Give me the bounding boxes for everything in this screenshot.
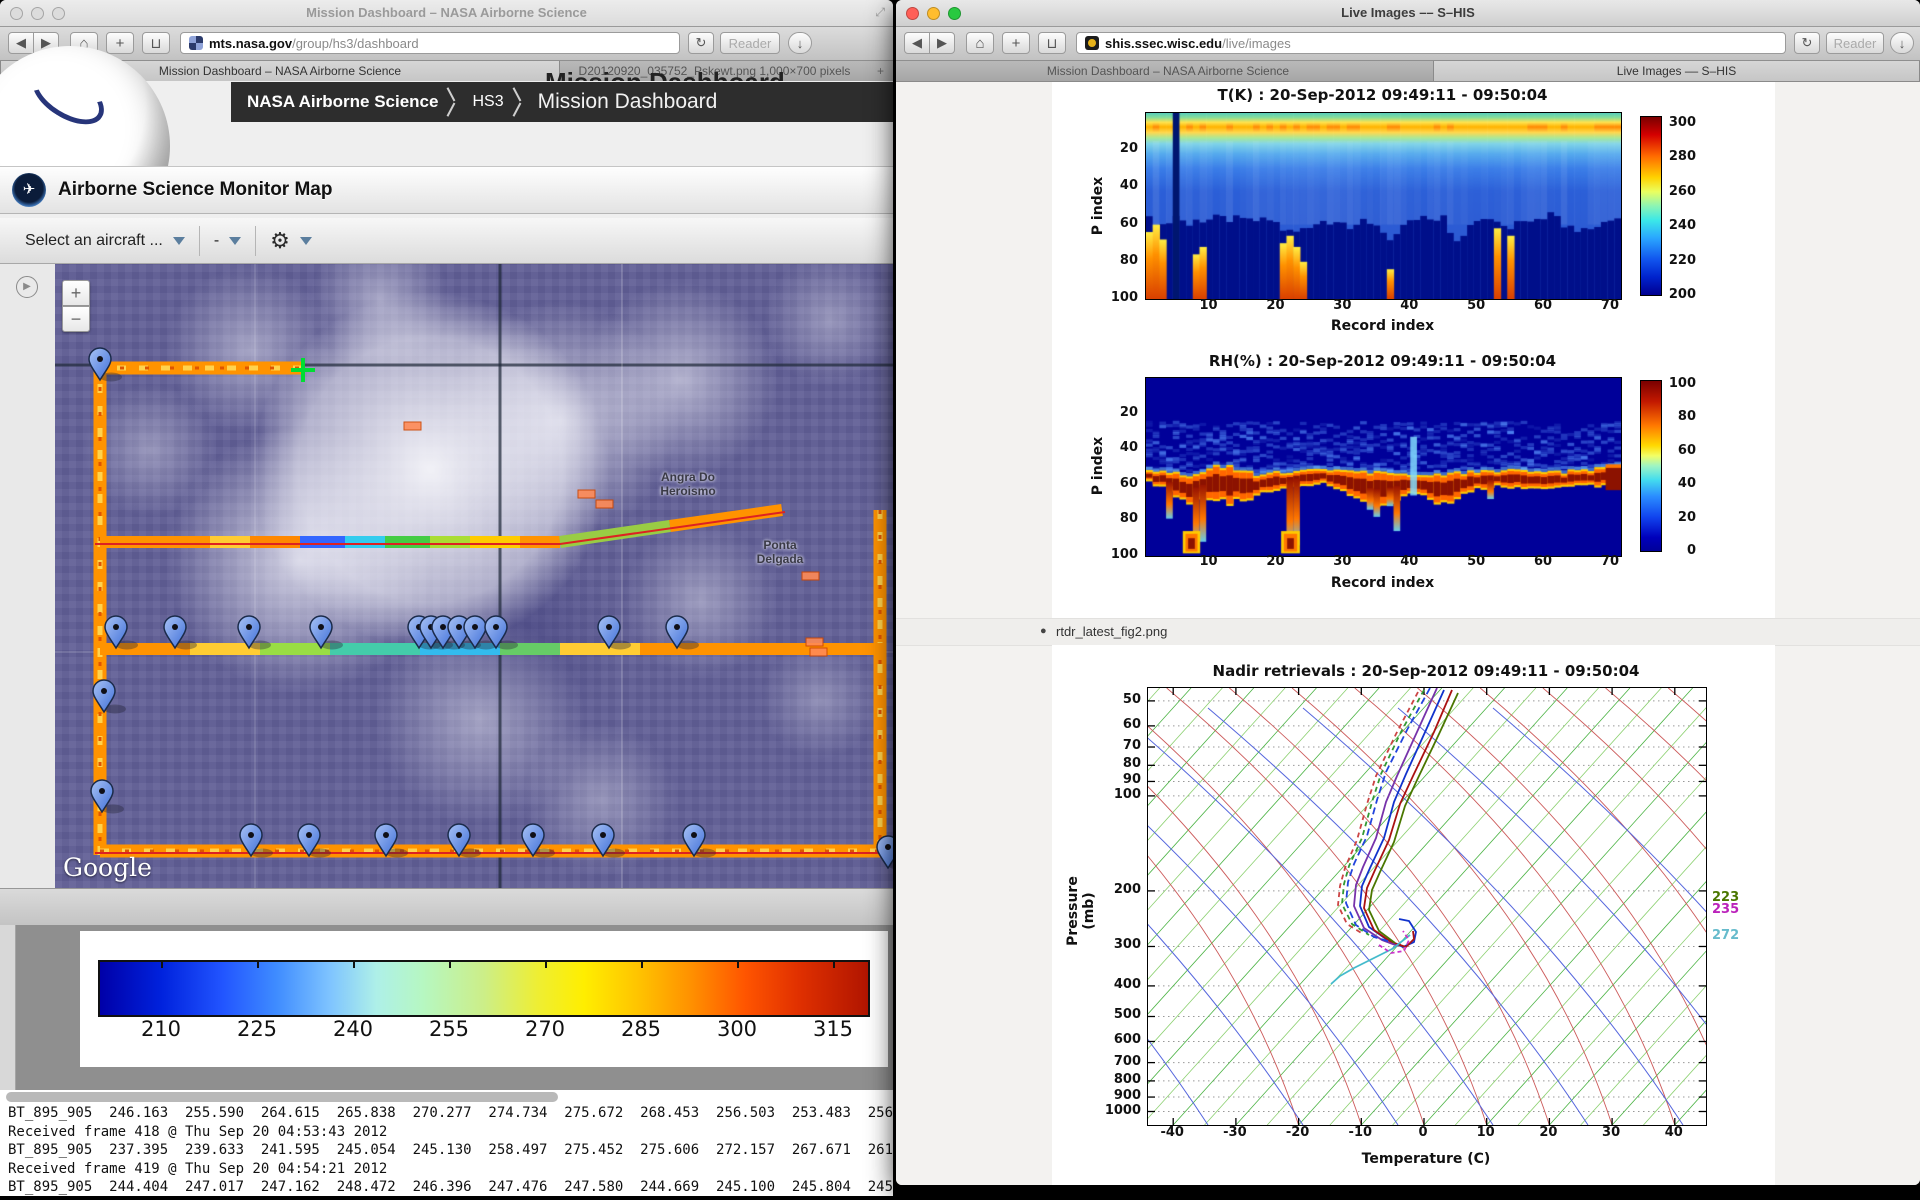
left-browser-window: Mission Dashboard – NASA Airborne Scienc… bbox=[0, 0, 893, 925]
chevron-down-icon[interactable] bbox=[299, 236, 312, 245]
skewt-xlabel: Temperature (C) bbox=[1361, 1151, 1491, 1167]
reader-button[interactable]: Reader bbox=[1826, 32, 1884, 54]
rh-plot-title: RH(%) : 20-Sep-2012 09:49:11 - 09:50:04 bbox=[1208, 352, 1557, 370]
chevron-right-icon bbox=[448, 88, 462, 116]
breadcrumb-root[interactable]: NASA Airborne Science bbox=[247, 92, 438, 112]
tk-heatmap bbox=[1145, 112, 1622, 300]
new-tab-button[interactable]: + bbox=[1002, 32, 1030, 54]
downloads-button[interactable]: ↓ bbox=[1890, 32, 1914, 54]
section-title: Airborne Science Monitor Map bbox=[58, 179, 333, 200]
terminal-window[interactable]: BT_895_905 246.163 255.590 264.615 265.8… bbox=[0, 1090, 893, 1196]
url-host: shis.ssec.wisc.edu bbox=[1105, 35, 1223, 51]
map-zoom-in-button[interactable]: + bbox=[62, 280, 90, 306]
colorbar-panel: 210 225 240 255 270 285 300 315 bbox=[80, 931, 888, 1067]
left-window-title: Mission Dashboard – NASA Airborne Scienc… bbox=[306, 5, 587, 20]
right-url-bar: ◀ ▶ ⌂ + ⊔ shis.ssec.wisc.edu/live/images… bbox=[896, 27, 1920, 61]
chevron-right-icon bbox=[514, 88, 528, 116]
map-toolbar: Select an aircraft ... - ⚙ bbox=[0, 218, 893, 264]
site-favicon bbox=[189, 36, 203, 50]
map-label-ponta: Ponta Delgada bbox=[756, 538, 804, 566]
terminal-edge-strip bbox=[0, 925, 16, 1090]
brightness-temp-colorbar bbox=[98, 960, 870, 1017]
gear-icon[interactable]: ⚙ bbox=[270, 228, 290, 254]
reload-button[interactable]: ↻ bbox=[688, 32, 714, 54]
google-map[interactable]: + − Angra Do Heroismo Ponta Delgada Goog… bbox=[55, 264, 893, 888]
tk-xlabel: Record index bbox=[1330, 318, 1435, 334]
map-zoom-out-button[interactable]: − bbox=[62, 306, 90, 332]
nasa-globe-logo bbox=[0, 46, 180, 166]
terminal-lines: BT_895_905 246.163 255.590 264.615 265.8… bbox=[8, 1104, 893, 1196]
reload-button[interactable]: ↻ bbox=[1794, 32, 1820, 54]
address-field[interactable]: shis.ssec.wisc.edu/live/images bbox=[1076, 32, 1786, 54]
chevron-down-icon[interactable] bbox=[172, 236, 185, 245]
tab-mission-dashboard[interactable]: Mission Dashboard – NASA Airborne Scienc… bbox=[904, 61, 1432, 81]
bullet-icon: ● bbox=[1040, 625, 1047, 637]
tab-live-images[interactable]: Live Images –– S–HIS bbox=[1433, 61, 1920, 81]
tk-colorbar bbox=[1640, 116, 1662, 296]
back-button[interactable]: ◀ bbox=[904, 32, 930, 54]
site-favicon bbox=[1085, 36, 1099, 50]
section-header: ✈ Airborne Science Monitor Map bbox=[0, 166, 893, 214]
tk-plot-title: T(K) : 20-Sep-2012 09:49:11 - 09:50:04 bbox=[1217, 86, 1548, 104]
select-aircraft-dropdown[interactable]: Select an aircraft ... bbox=[25, 232, 163, 250]
breadcrumb-current: Mission Dashboard bbox=[537, 90, 718, 113]
share-button[interactable]: ⊔ bbox=[1038, 32, 1066, 54]
toolbar-divider bbox=[255, 225, 257, 256]
rh-heatmap bbox=[1145, 377, 1622, 557]
file-link[interactable]: rtdr_latest_fig2.png bbox=[1056, 624, 1167, 639]
url-host: mts.nasa.gov bbox=[209, 35, 293, 51]
flight-track-layer bbox=[55, 264, 893, 888]
skewt-plot bbox=[1147, 687, 1707, 1126]
rh-colorbar bbox=[1640, 380, 1662, 552]
map-label-angra: Angra Do Heroismo bbox=[660, 470, 716, 498]
left-window-bottom-edge bbox=[0, 888, 893, 925]
file-list-row: ● rtdr_latest_fig2.png bbox=[896, 618, 1920, 646]
colorbar-window: 210 225 240 255 270 285 300 315 bbox=[0, 925, 893, 1090]
rh-xlabel: Record index bbox=[1330, 575, 1435, 591]
left-title-bar[interactable]: Mission Dashboard – NASA Airborne Scienc… bbox=[0, 0, 893, 27]
chevron-down-icon[interactable] bbox=[229, 236, 242, 245]
page-header-fragment: Mission Dashboard bbox=[545, 67, 885, 81]
forward-button[interactable]: ▶ bbox=[929, 32, 955, 54]
toolbar-divider bbox=[198, 225, 200, 256]
right-browser-window: Live Images –– S–HIS ◀ ▶ ⌂ + ⊔ shis.ssec… bbox=[896, 0, 1920, 1185]
right-window-title: Live Images –– S–HIS bbox=[1341, 5, 1475, 20]
google-logo: Google bbox=[63, 853, 152, 882]
right-tab-bar: Mission Dashboard – NASA Airborne Scienc… bbox=[896, 61, 1920, 82]
fullscreen-icon[interactable]: ⤢ bbox=[875, 5, 885, 20]
airborne-science-icon: ✈ bbox=[12, 173, 46, 207]
url-path: /group/hs3/dashboard bbox=[292, 35, 419, 51]
secondary-dropdown[interactable]: - bbox=[214, 232, 219, 250]
downloads-button[interactable]: ↓ bbox=[788, 32, 812, 54]
scrollbar[interactable] bbox=[6, 1092, 558, 1102]
breadcrumb-hs3[interactable]: HS3 bbox=[472, 93, 503, 111]
map-side-rail: ▶ bbox=[0, 264, 56, 888]
breadcrumb: NASA Airborne Science HS3 Mission Dashbo… bbox=[231, 82, 893, 122]
right-title-bar[interactable]: Live Images –– S–HIS bbox=[896, 0, 1920, 27]
home-button[interactable]: ⌂ bbox=[966, 32, 994, 54]
desktop: { "left_window": { "title": "Mission Das… bbox=[0, 0, 1920, 1200]
address-field[interactable]: mts.nasa.gov/group/hs3/dashboard bbox=[180, 32, 680, 54]
reader-button[interactable]: Reader bbox=[720, 32, 780, 54]
skewt-plot-title: Nadir retrievals : 20-Sep-2012 09:49:11 … bbox=[1212, 662, 1640, 680]
collapse-panel-icon[interactable]: ▶ bbox=[16, 276, 38, 298]
url-path: /live/images bbox=[1222, 35, 1291, 51]
